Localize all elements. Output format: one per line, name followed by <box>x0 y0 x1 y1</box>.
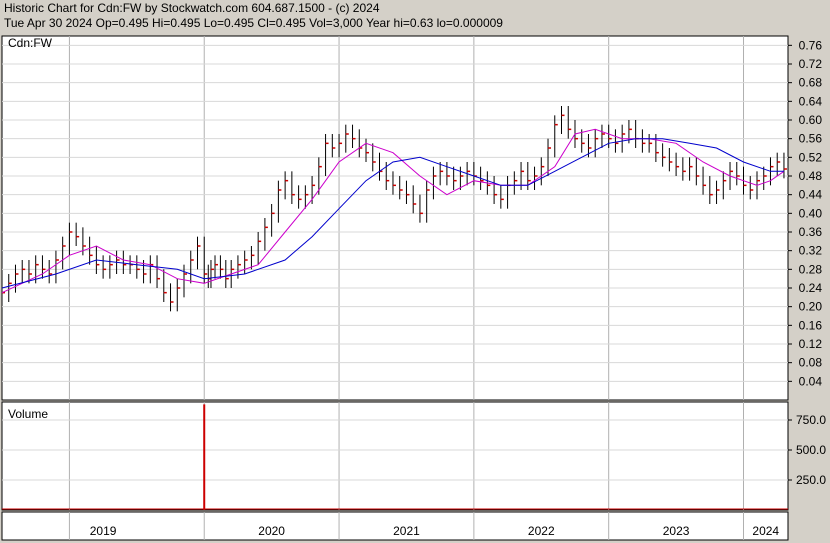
price-tick-label: 0.76 <box>799 38 823 52</box>
price-panel <box>1 35 789 401</box>
price-tick-label: 0.52 <box>799 150 823 164</box>
price-tick-label: 0.24 <box>799 281 823 295</box>
price-tick-label: 0.68 <box>799 76 823 90</box>
price-tick-label: 0.40 <box>799 206 823 220</box>
year-label: 2022 <box>528 524 555 538</box>
volume-tick-label: 250.0 <box>796 473 826 487</box>
price-tick-label: 0.44 <box>799 188 823 202</box>
year-label: 2024 <box>752 524 779 538</box>
volume-panel-label: Volume <box>8 407 48 421</box>
price-tick-label: 0.08 <box>799 356 823 370</box>
stock-chart: 0.76 0.72 0.68 0.64 0.60 0.56 0.52 0.48 0.44 0.40… <box>1 35 826 541</box>
price-tick-label: 0.20 <box>799 300 823 314</box>
price-tick-label: 0.72 <box>799 57 823 71</box>
year-label: 2023 <box>663 524 690 538</box>
year-label: 2021 <box>393 524 420 538</box>
volume-tick-label: 500.0 <box>796 443 826 457</box>
price-tick-label: 0.48 <box>799 169 823 183</box>
year-label: 2019 <box>90 524 117 538</box>
price-panel-label: Cdn:FW <box>8 36 53 50</box>
year-label: 2020 <box>258 524 285 538</box>
price-tick-label: 0.60 <box>799 113 823 127</box>
price-tick-label: 0.32 <box>799 244 823 258</box>
volume-panel <box>1 401 789 511</box>
price-tick-label: 0.36 <box>799 225 823 239</box>
price-tick-label: 0.56 <box>799 132 823 146</box>
price-tick-label: 0.16 <box>799 318 823 332</box>
volume-tick-label: 750.0 <box>796 413 826 427</box>
price-tick-label: 0.04 <box>799 374 823 388</box>
price-tick-label: 0.64 <box>799 94 823 108</box>
price-tick-label: 0.12 <box>799 337 823 351</box>
price-tick-label: 0.28 <box>799 262 823 276</box>
